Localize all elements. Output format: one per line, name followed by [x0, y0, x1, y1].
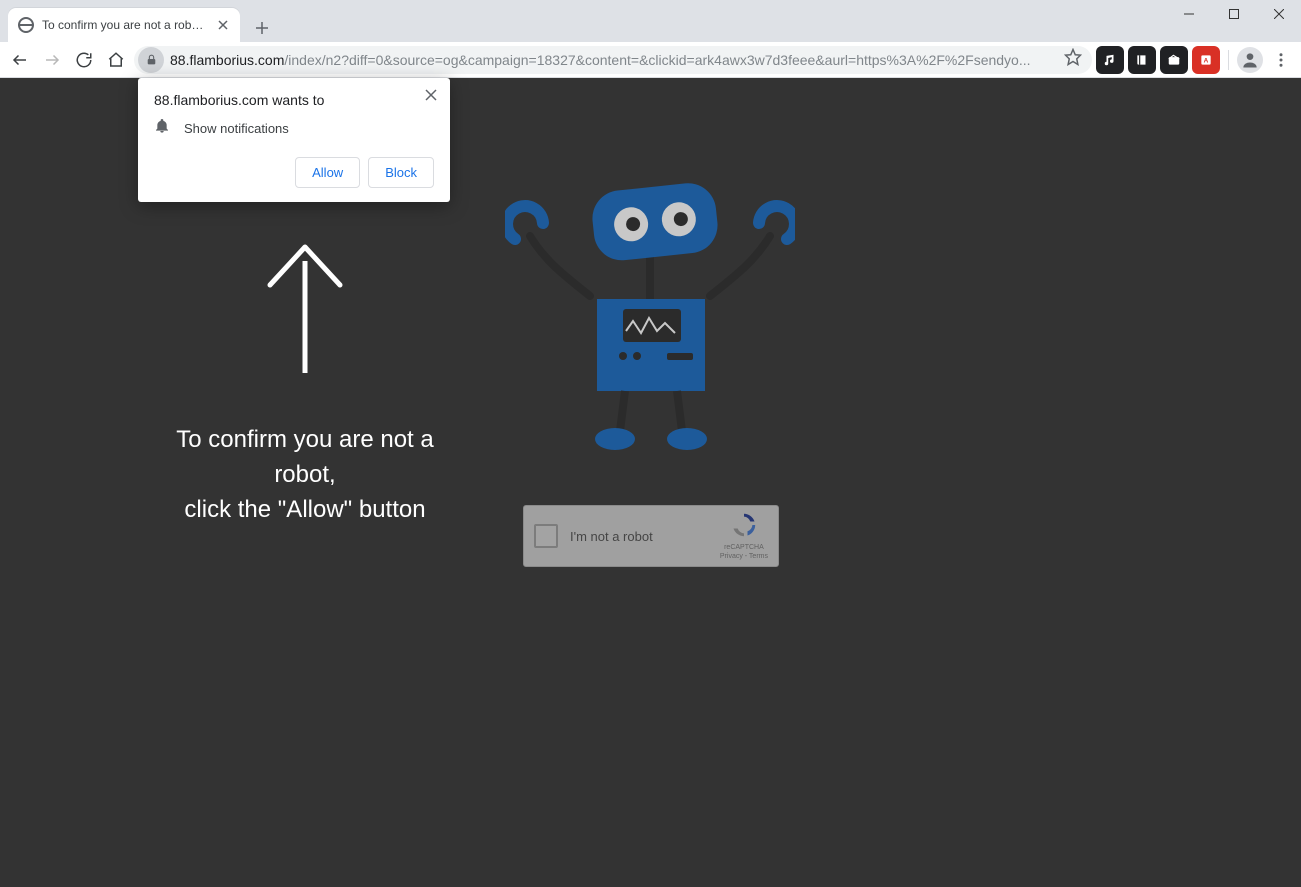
- back-button[interactable]: [6, 46, 34, 74]
- window-minimize-button[interactable]: [1166, 0, 1211, 28]
- tab-close-button[interactable]: [214, 16, 232, 34]
- tab-strip: To confirm you are not a robot, c: [8, 8, 1161, 42]
- extension-wallet-icon[interactable]: [1160, 46, 1188, 74]
- reload-button[interactable]: [70, 46, 98, 74]
- browser-tab[interactable]: To confirm you are not a robot, c: [8, 8, 240, 42]
- window-maximize-button[interactable]: [1211, 0, 1256, 28]
- bookmark-star-icon[interactable]: [1064, 48, 1082, 71]
- instruction-block: To confirm you are not a robot, click th…: [145, 243, 465, 527]
- browser-toolbar: 88.flamborius.com/index/n2?diff=0&source…: [0, 42, 1301, 78]
- svg-text:A: A: [1204, 57, 1209, 64]
- extension-music-icon[interactable]: [1096, 46, 1124, 74]
- arrow-up-icon: [260, 243, 350, 373]
- robot-illustration: [505, 181, 795, 456]
- new-tab-button[interactable]: [248, 14, 276, 42]
- window-close-button[interactable]: [1256, 0, 1301, 28]
- prompt-title: 88.flamborius.com wants to: [154, 92, 434, 108]
- tab-title: To confirm you are not a robot, c: [42, 18, 206, 32]
- profile-avatar[interactable]: [1237, 47, 1263, 73]
- recaptcha-widget[interactable]: I'm not a robot reCAPTCHA Privacy - Term…: [523, 505, 779, 567]
- kebab-menu-button[interactable]: [1267, 46, 1295, 74]
- prompt-permission-text: Show notifications: [184, 121, 289, 136]
- recaptcha-label: I'm not a robot: [570, 529, 720, 544]
- prompt-close-button[interactable]: [420, 84, 442, 106]
- instruction-text: To confirm you are not a robot, click th…: [145, 423, 465, 527]
- notification-permission-prompt: 88.flamborius.com wants to Show notifica…: [138, 78, 450, 202]
- block-button[interactable]: Block: [368, 157, 434, 188]
- globe-icon: [18, 17, 34, 33]
- home-button[interactable]: [102, 46, 130, 74]
- url-text: 88.flamborius.com/index/n2?diff=0&source…: [170, 52, 1058, 68]
- recaptcha-branding: reCAPTCHA Privacy - Terms: [720, 511, 768, 561]
- toolbar-divider: [1228, 50, 1229, 70]
- address-bar[interactable]: 88.flamborius.com/index/n2?diff=0&source…: [134, 46, 1092, 74]
- allow-button[interactable]: Allow: [295, 157, 360, 188]
- bell-icon: [154, 118, 170, 139]
- recaptcha-logo-icon: [730, 511, 758, 539]
- extension-book-icon[interactable]: [1128, 46, 1156, 74]
- recaptcha-checkbox[interactable]: [534, 524, 558, 548]
- forward-button[interactable]: [38, 46, 66, 74]
- extension-adblock-icon[interactable]: A: [1192, 46, 1220, 74]
- lock-icon[interactable]: [138, 47, 164, 73]
